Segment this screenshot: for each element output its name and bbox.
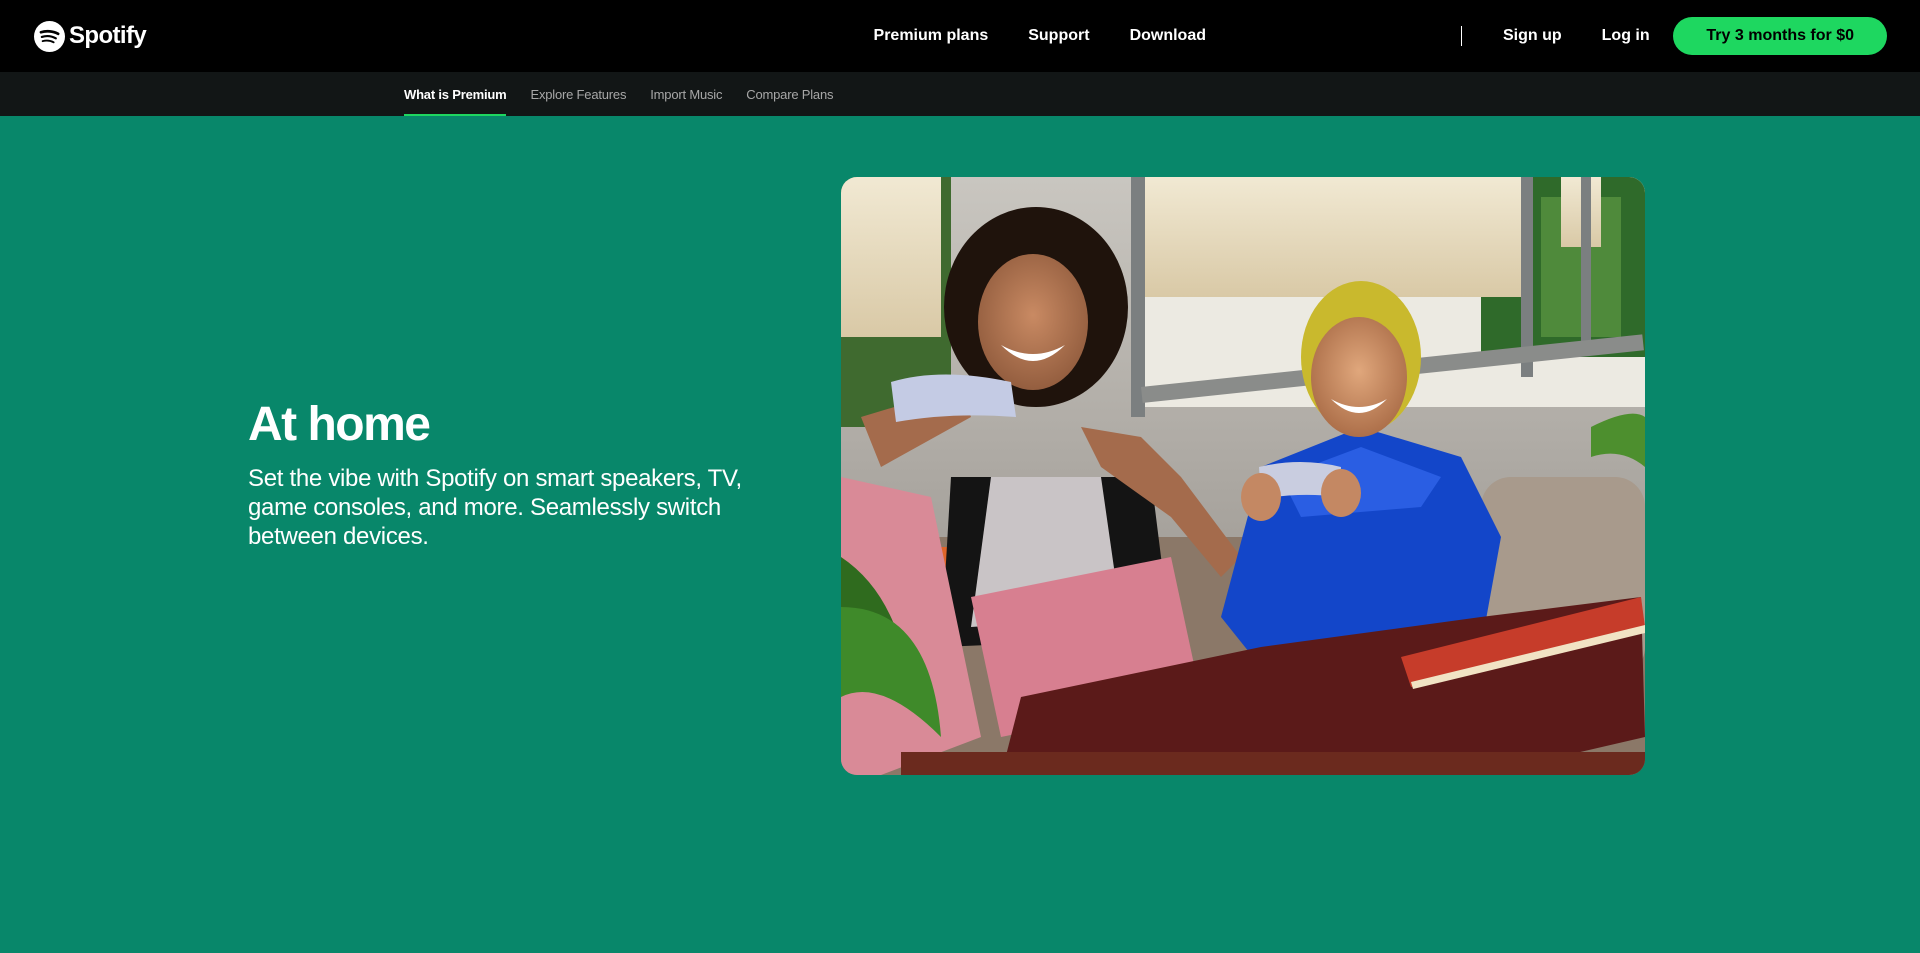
premium-subnav: What is Premium Explore Features Import … bbox=[0, 72, 1920, 116]
top-navbar: Spotify Premium plans Support Download S… bbox=[0, 0, 1920, 72]
nav-support[interactable]: Support bbox=[1028, 27, 1089, 45]
hero-photo bbox=[841, 177, 1645, 775]
spotify-logo[interactable]: Spotify bbox=[34, 20, 147, 52]
try-premium-button[interactable]: Try 3 months for $0 bbox=[1673, 17, 1887, 55]
hero-title: At home bbox=[248, 398, 431, 451]
hero-text: At home Set the vibe with Spotify on sma… bbox=[248, 396, 788, 551]
nav-divider-wrap bbox=[1461, 0, 1462, 72]
subnav-import-music[interactable]: Import Music bbox=[650, 72, 722, 116]
nav-divider bbox=[1461, 26, 1462, 46]
subnav-compare-plans[interactable]: Compare Plans bbox=[746, 72, 833, 116]
logo-wordmark: Spotify bbox=[69, 22, 147, 49]
main-nav: Premium plans Support Download bbox=[834, 0, 1206, 72]
nav-premium-plans[interactable]: Premium plans bbox=[874, 27, 989, 45]
nav-download[interactable]: Download bbox=[1130, 27, 1206, 45]
subnav-what-is-premium[interactable]: What is Premium bbox=[404, 72, 507, 116]
nav-log-in[interactable]: Log in bbox=[1602, 27, 1650, 45]
subnav-explore-features[interactable]: Explore Features bbox=[530, 72, 626, 116]
spotify-logo-icon bbox=[34, 20, 65, 52]
gaming-friends-illustration bbox=[841, 177, 1645, 775]
account-nav: Sign up Log in bbox=[1503, 0, 1690, 72]
hero-description: Set the vibe with Spotify on smart speak… bbox=[248, 465, 742, 550]
nav-sign-up[interactable]: Sign up bbox=[1503, 27, 1562, 45]
